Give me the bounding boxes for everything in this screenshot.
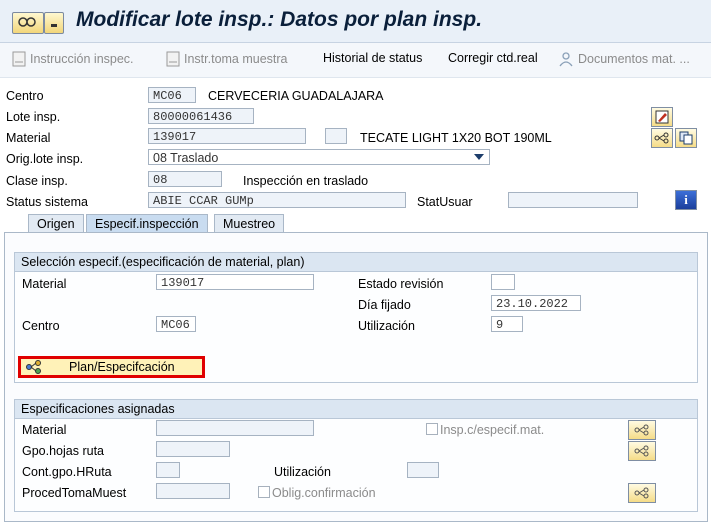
chevron-down-icon[interactable] [474, 154, 484, 160]
material-extra-field[interactable] [325, 128, 347, 144]
document-icon [12, 51, 26, 67]
hierarchy-icon[interactable] [628, 441, 656, 461]
material-field[interactable]: 139017 [148, 128, 306, 144]
hierarchy-icon [26, 360, 41, 374]
estado-revision-field[interactable] [491, 274, 515, 290]
gpo-hojas-ruta-label: Gpo.hojas ruta [22, 444, 104, 458]
plan-especificacion-label: Plan/Especifcación [69, 360, 175, 374]
status-sistema-field[interactable]: ABIE CCAR GUMp [148, 192, 406, 208]
cont-gpo-hruta-field[interactable] [156, 462, 180, 478]
cont-gpo-hruta-label: Cont.gpo.HRuta [22, 465, 112, 479]
edit-icon[interactable] [651, 107, 673, 127]
seleccion-especif-title: Selección especif.(especificación de mat… [15, 253, 697, 272]
insp-especif-label: Insp.c/especif.mat. [440, 423, 545, 437]
person-icon [559, 52, 573, 67]
asig-material-label: Material [22, 423, 67, 437]
orig-lote-select[interactable]: 08 Traslado [148, 149, 490, 165]
oblig-confirmacion-label: Oblig.confirmación [272, 486, 376, 500]
copy-icon[interactable] [675, 128, 697, 148]
corregir-ctd-real-button[interactable]: Corregir ctd.real [448, 51, 538, 65]
tab-origen[interactable]: Origen [28, 214, 84, 233]
proced-toma-muest-label: ProcedTomaMuest [22, 486, 127, 500]
lote-insp-label: Lote insp. [6, 110, 61, 124]
hierarchy-icon[interactable] [628, 420, 656, 440]
gpo-hojas-ruta-field[interactable] [156, 441, 230, 457]
material-description: TECATE LIGHT 1X20 BOT 190ML [360, 131, 552, 145]
sel-centro-field[interactable]: MC06 [156, 316, 196, 332]
sel-material-field[interactable]: 139017 [156, 274, 314, 290]
instruccion-inspec-button[interactable]: Instrucción inspec. [12, 51, 134, 67]
lote-insp-field[interactable]: 80000061436 [148, 108, 254, 124]
clase-insp-field[interactable]: 08 [148, 171, 222, 187]
historial-status-label: Historial de status [323, 51, 423, 65]
estado-revision-label: Estado revisión [358, 277, 444, 291]
especif-asignadas-title: Especificaciones asignadas [15, 400, 697, 419]
status-sistema-label: Status sistema [6, 195, 88, 209]
dia-fijado-field[interactable]: 23.10.2022 [491, 295, 581, 311]
clase-insp-label: Clase insp. [6, 174, 68, 188]
documentos-mat-button[interactable]: Documentos mat. ... [558, 51, 690, 67]
hierarchy-icon[interactable] [651, 128, 673, 148]
asig-utilizacion-label: Utilización [274, 465, 331, 479]
dia-fijado-label: Día fijado [358, 298, 411, 312]
utilizacion-field[interactable]: 9 [491, 316, 523, 332]
insp-especif-checkbox[interactable] [426, 423, 438, 435]
info-icon[interactable]: i [675, 190, 697, 210]
tab-especif-inspeccion[interactable]: Especif.inspección [86, 214, 208, 233]
oblig-confirmacion-checkbox[interactable] [258, 486, 270, 498]
centro-label: Centro [6, 89, 44, 103]
dropdown-icon[interactable] [44, 12, 64, 34]
display-change-icon[interactable] [12, 12, 44, 34]
statusuar-field[interactable] [508, 192, 638, 208]
historial-status-button[interactable]: Historial de status [323, 51, 422, 65]
instruccion-inspec-label: Instrucción inspec. [30, 52, 134, 66]
centro-description: CERVECERIA GUADALAJARA [208, 89, 384, 103]
material-label: Material [6, 131, 51, 145]
clase-insp-description: Inspección en traslado [243, 174, 369, 188]
plan-especificacion-button[interactable]: Plan/Especifcación [18, 356, 205, 378]
proced-toma-muest-field[interactable] [156, 483, 230, 499]
documentos-mat-label: Documentos mat. ... [578, 52, 690, 66]
statusuar-label: StatUsuar [417, 195, 473, 209]
sel-material-label: Material [22, 277, 67, 291]
orig-lote-label: Orig.lote insp. [6, 152, 84, 166]
centro-field[interactable]: MC06 [148, 87, 196, 103]
tab-muestreo[interactable]: Muestreo [214, 214, 285, 233]
hierarchy-icon[interactable] [628, 483, 656, 503]
document-icon [166, 51, 180, 67]
orig-lote-value: 08 Traslado [153, 151, 219, 165]
instr-toma-muestra-label: Instr.toma muestra [184, 52, 288, 66]
window-title: Modificar lote insp.: Datos por plan ins… [76, 8, 483, 31]
sel-centro-label: Centro [22, 319, 60, 333]
corregir-ctd-real-label: Corregir ctd.real [448, 51, 538, 65]
asig-material-field[interactable] [156, 420, 314, 436]
utilizacion-label: Utilización [358, 319, 415, 333]
instr-toma-muestra-button[interactable]: Instr.toma muestra [166, 51, 288, 67]
asig-utilizacion-field[interactable] [407, 462, 439, 478]
